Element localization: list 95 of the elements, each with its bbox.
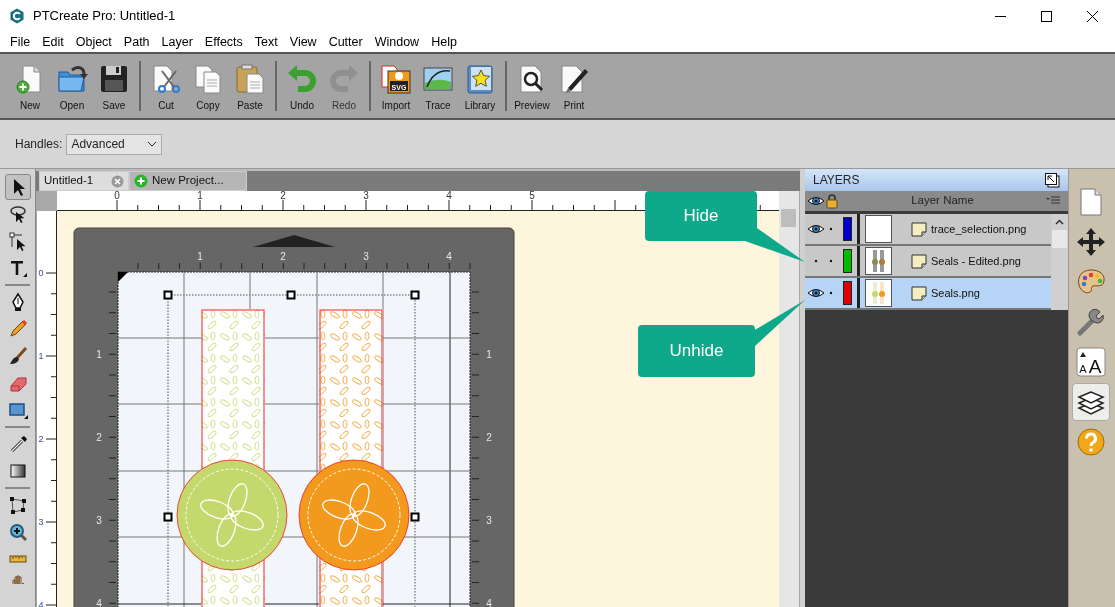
mat-ruler-number: 3 <box>486 515 492 526</box>
layer-thumbnail <box>865 247 892 275</box>
selection-handle[interactable] <box>163 290 173 300</box>
ruler-number: 4 <box>446 191 452 201</box>
mat-ruler-number: 4 <box>96 598 102 607</box>
toolbar-button[interactable]: Paste <box>229 59 271 113</box>
document-tab[interactable]: New Project... <box>129 171 247 191</box>
layer-thumbnail <box>865 279 892 307</box>
panel-title: LAYERS <box>813 172 860 189</box>
mat-ruler-number: 4 <box>446 251 452 262</box>
scroll-thumb[interactable] <box>1052 230 1067 248</box>
app-logo-icon <box>9 8 25 24</box>
handles-label: Handles: <box>15 136 63 153</box>
file-icon <box>911 221 927 237</box>
menu-item[interactable]: Effects <box>198 33 249 51</box>
mat-ruler-number: 1 <box>197 251 203 262</box>
toolbar-button[interactable]: Open <box>51 59 93 113</box>
lock-icon <box>825 193 839 209</box>
shape-edit-tool-icon <box>7 495 28 515</box>
menu-item[interactable]: Help <box>425 33 463 51</box>
ruler-number: 3 <box>38 517 44 527</box>
toolbar-button[interactable]: Trace <box>417 59 459 113</box>
zoom-tool-icon <box>7 522 28 542</box>
toolbar-button[interactable]: Cut <box>145 59 187 113</box>
toolbar-button[interactable]: Library <box>459 59 501 113</box>
handles-dropdown[interactable]: Advanced <box>66 133 163 155</box>
brush-tool-icon <box>7 346 28 366</box>
scrollbar[interactable] <box>1051 214 1068 310</box>
ruler-number: 0 <box>38 268 44 278</box>
toolbar-button[interactable]: Preview <box>511 59 553 113</box>
menu-item[interactable]: Cutter <box>322 33 369 51</box>
file-icon <box>911 253 927 269</box>
menu-item[interactable]: Edit <box>36 33 70 51</box>
corner-mark <box>118 272 128 282</box>
layer-row[interactable]: Seals.png <box>805 278 1051 310</box>
caret-icon <box>147 141 158 147</box>
selection-handle[interactable] <box>286 290 296 300</box>
side-panel-button[interactable] <box>1072 383 1110 421</box>
layer-name: Seals - Edited.png <box>931 253 1021 269</box>
wrench-icon <box>1076 307 1106 337</box>
maximize-icon <box>1040 10 1052 22</box>
window-title: PTCreate Pro: Untitled-1 <box>33 7 177 26</box>
ruler-number: 1 <box>197 191 203 201</box>
toolbar-button[interactable]: Save <box>93 59 135 113</box>
help-icon <box>1076 427 1106 457</box>
layer-row[interactable]: Seals - Edited.png <box>805 246 1051 278</box>
menu-item[interactable]: Path <box>117 33 156 51</box>
selection-handle[interactable] <box>410 512 420 522</box>
menu-item[interactable]: Window <box>368 33 426 51</box>
menu-item[interactable]: Layer <box>155 33 199 51</box>
scrollbar[interactable] <box>779 191 799 607</box>
lasso-tool-icon <box>7 204 28 224</box>
add-icon <box>134 174 148 188</box>
ruler-number: 5 <box>529 191 535 201</box>
menu-item[interactable]: Object <box>69 33 118 51</box>
ruler-number: 2 <box>38 434 44 444</box>
layer-name: trace_selection.png <box>931 221 1027 237</box>
mat-ruler-number: 3 <box>96 515 102 526</box>
rectangle-tool-icon <box>7 400 28 420</box>
mat-ruler-number: 2 <box>96 432 102 443</box>
layer-name: Seals.png <box>931 285 980 301</box>
layer-thumbnail <box>865 215 892 243</box>
toolbar-button[interactable]: Print <box>553 59 595 113</box>
ruler-number: 1 <box>38 351 44 361</box>
mat-ruler-number: 2 <box>280 251 286 262</box>
close-icon <box>1086 10 1098 22</box>
node-select-tool-icon <box>7 231 28 251</box>
toolbar-button[interactable]: New <box>9 59 51 113</box>
toolbar-button[interactable]: Undo <box>281 59 323 113</box>
selection-handle[interactable] <box>410 290 420 300</box>
selection-handle[interactable] <box>163 512 173 522</box>
move-icon <box>1076 227 1106 257</box>
mat-ruler-number: 1 <box>486 349 492 360</box>
column-header: Layer Name <box>910 193 975 209</box>
menu-item[interactable]: File <box>4 33 37 51</box>
mat-ruler-number: 1 <box>96 349 102 360</box>
menu-item[interactable]: Text <box>248 33 284 51</box>
ruler-number: 3 <box>363 191 369 201</box>
close-tab-icon[interactable] <box>111 174 124 188</box>
ruler-number: 0 <box>114 191 120 201</box>
menu-item[interactable]: View <box>283 33 323 51</box>
toolbar-button[interactable]: Copy <box>187 59 229 113</box>
callout: Hide <box>645 191 757 241</box>
layer-row[interactable]: trace_selection.png <box>805 214 1051 246</box>
file-icon <box>911 285 927 301</box>
expand-panel-icon[interactable] <box>1045 172 1060 188</box>
tool-button[interactable] <box>4 174 31 200</box>
gradient-tool-icon <box>7 461 28 481</box>
mat-ruler-number: 4 <box>486 598 492 607</box>
document-tab[interactable]: Untitled-1 <box>39 171 129 191</box>
ruler-number: 2 <box>280 191 286 201</box>
pencil-tool-icon <box>7 319 28 339</box>
mat-ruler-number: 2 <box>486 432 492 443</box>
callout: Unhide <box>638 325 755 377</box>
mat-ruler-number: 3 <box>363 251 369 262</box>
